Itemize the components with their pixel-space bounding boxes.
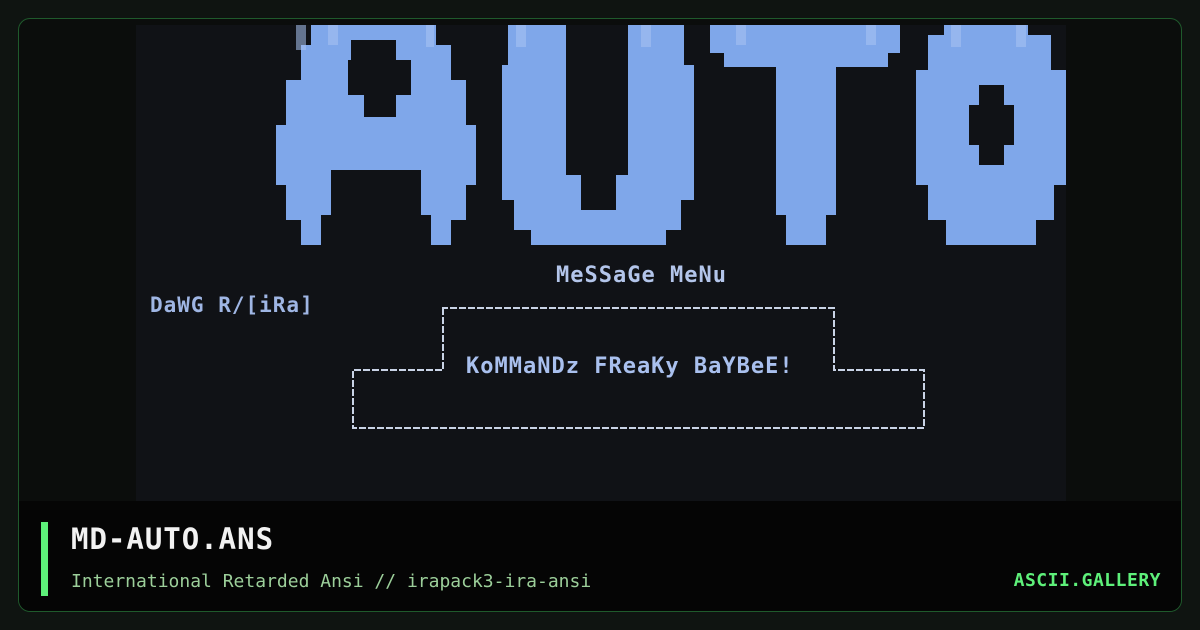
ansi-art-preview: MeSSaGe MeNu DaWG R/[iRa] KoMMaNDz FReaK… — [136, 25, 1066, 501]
message-menu-title: MeSSaGe MeNu — [556, 263, 727, 288]
accent-bar — [41, 522, 48, 596]
author-tag: DaWG R/[iRa] — [150, 293, 314, 317]
site-link[interactable]: ASCII.GALLERY — [1014, 570, 1161, 591]
menu-box-text: KoMMaNDz FReaKy BaYBeE! — [466, 354, 794, 379]
footer-bar: MD-AUTO.ANS International Retarded Ansi … — [19, 501, 1181, 611]
file-title: MD-AUTO.ANS — [71, 522, 275, 556]
preview-card: MeSSaGe MeNu DaWG R/[iRa] KoMMaNDz FReaK… — [18, 18, 1182, 612]
pack-subtitle: International Retarded Ansi // irapack3-… — [71, 571, 592, 592]
